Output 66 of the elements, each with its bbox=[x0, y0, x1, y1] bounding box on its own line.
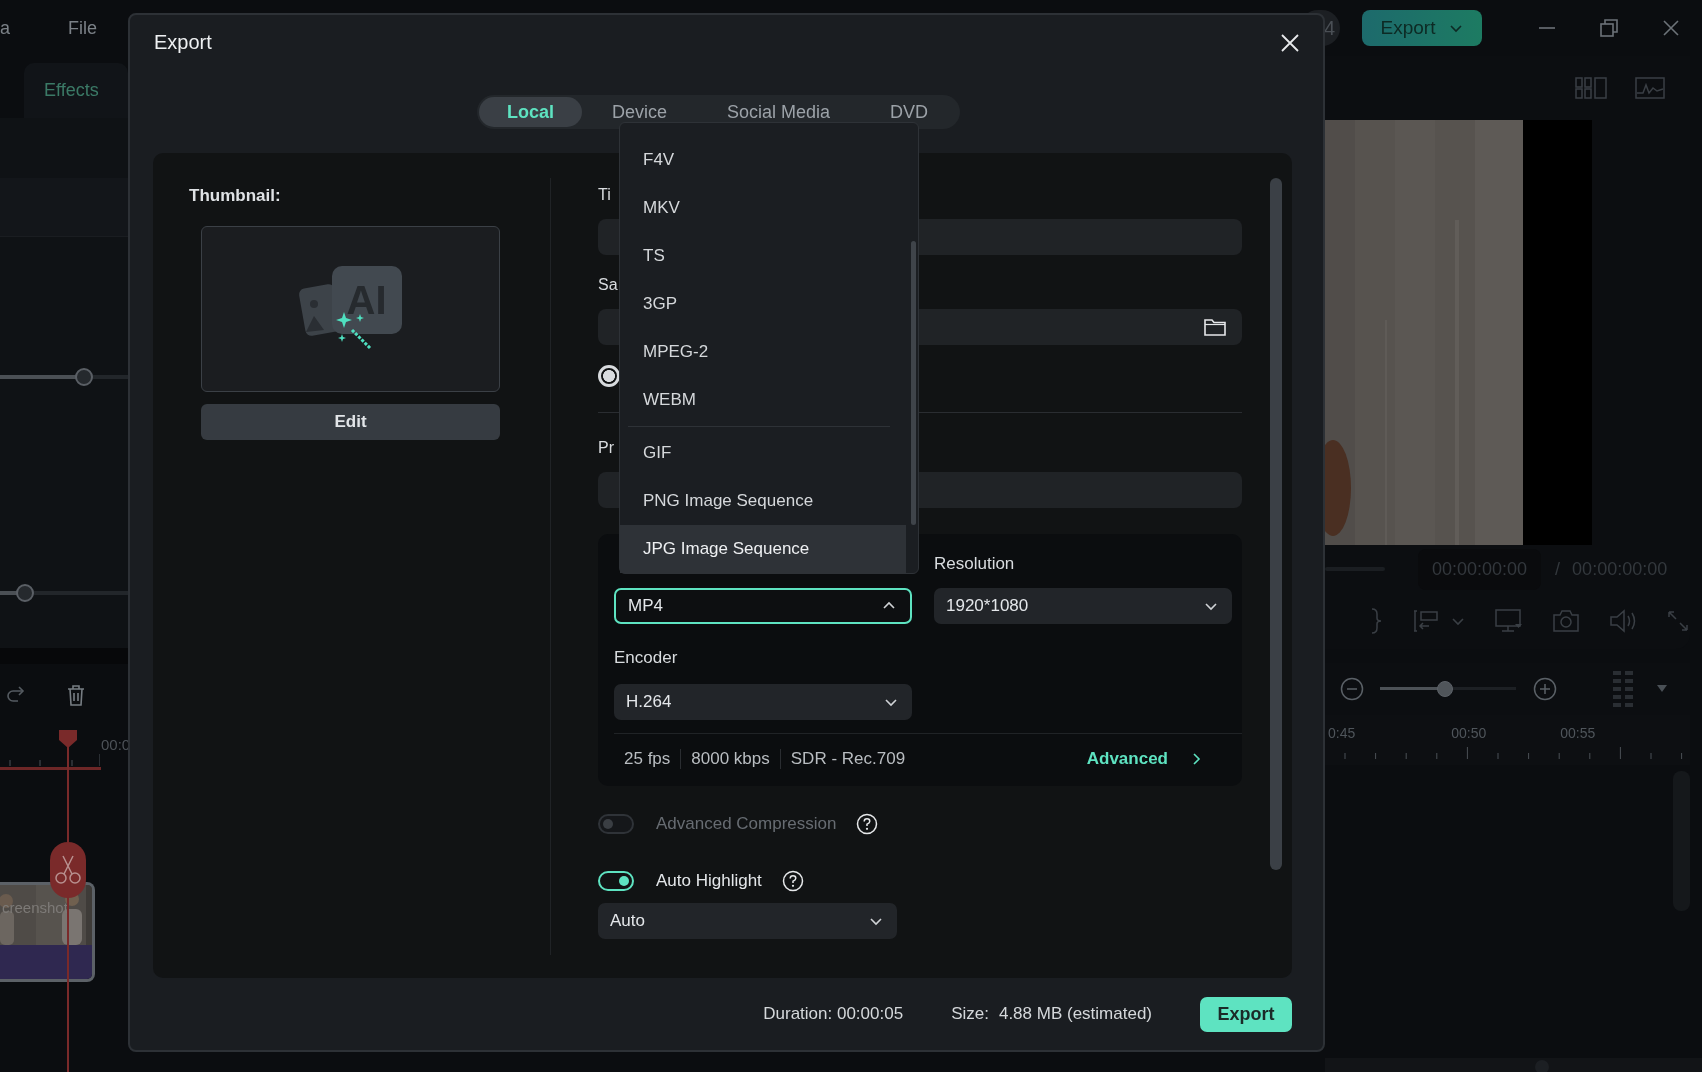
slider-thumb[interactable] bbox=[16, 584, 35, 602]
menu-item[interactable]: TS bbox=[620, 232, 906, 280]
menu-item[interactable]: 3GP bbox=[620, 280, 906, 328]
duration-text: Duration: 00:00:05 bbox=[763, 1004, 904, 1024]
tab[interactable]: Device bbox=[581, 97, 697, 127]
menu-item[interactable]: JPG Image Sequence bbox=[620, 525, 906, 573]
waveform-monitor-icon[interactable] bbox=[1635, 77, 1665, 99]
expand-icon[interactable] bbox=[1667, 610, 1689, 632]
menu-item[interactable]: MPEG-2 bbox=[620, 328, 906, 376]
scrollbar[interactable] bbox=[1270, 178, 1282, 870]
size-label: Size: bbox=[951, 1004, 989, 1024]
time-label: 00:55 bbox=[1560, 725, 1596, 741]
menu-item[interactable]: F4V bbox=[620, 136, 906, 184]
camera-icon[interactable] bbox=[1553, 610, 1579, 632]
slider-thumb[interactable] bbox=[75, 368, 94, 386]
spec-text: SDR - Rec.709 bbox=[779, 749, 916, 769]
dialog-title: Export bbox=[154, 30, 212, 54]
menu-item[interactable]: PNG Image Sequence bbox=[620, 477, 906, 525]
speaker-icon[interactable] bbox=[1609, 609, 1637, 633]
menu-item[interactable]: MKV bbox=[620, 184, 906, 232]
close-icon[interactable] bbox=[1281, 34, 1299, 52]
menu-item[interactable]: WEBM bbox=[620, 376, 906, 424]
folder-icon[interactable] bbox=[1204, 318, 1226, 336]
time-label: 00:50 bbox=[1451, 725, 1487, 741]
spec-text: 25 fps bbox=[623, 749, 672, 769]
field-label: Resolution bbox=[934, 554, 1016, 575]
export-button[interactable]: Export bbox=[1200, 996, 1292, 1032]
toggle-label: Advanced Compression bbox=[656, 814, 837, 834]
scrollbar-thumb[interactable] bbox=[911, 241, 916, 525]
monitor-icon[interactable] bbox=[1495, 609, 1523, 633]
field-label: Encoder bbox=[614, 648, 679, 669]
bracket-icon[interactable] bbox=[1369, 608, 1383, 634]
tab[interactable]: Social Media bbox=[697, 97, 861, 127]
toggle-label: Auto Highlight bbox=[656, 871, 762, 891]
encoder-dropdown[interactable]: H.264 bbox=[614, 684, 912, 720]
help-icon[interactable] bbox=[856, 813, 879, 835]
menu-item[interactable]: a bbox=[0, 17, 10, 39]
time-label: 0:45 bbox=[1328, 725, 1356, 741]
format-dropdown[interactable]: MP4 bbox=[614, 588, 912, 624]
zoom-in-icon[interactable] bbox=[1533, 677, 1557, 701]
slider-thumb[interactable] bbox=[1437, 681, 1454, 697]
edit-button[interactable]: Edit bbox=[201, 404, 500, 440]
insert-icon[interactable] bbox=[1413, 609, 1439, 633]
size-value: 4.88 MB (estimated) bbox=[998, 1004, 1152, 1024]
advanced-link[interactable]: Advanced bbox=[1086, 749, 1168, 769]
thumbnail-label: Thumbnail: bbox=[189, 186, 282, 206]
highlight-dropdown[interactable]: Auto bbox=[598, 903, 897, 939]
field-label: Ti bbox=[598, 186, 611, 205]
menu-item[interactable]: File bbox=[68, 17, 98, 39]
field-label: Sa bbox=[598, 276, 618, 295]
help-icon[interactable] bbox=[781, 870, 804, 892]
zoom-out-icon[interactable] bbox=[1340, 677, 1364, 701]
restore-icon[interactable] bbox=[1599, 18, 1619, 38]
time-separator: / bbox=[1555, 558, 1561, 580]
effects-tab[interactable]: Effects bbox=[24, 63, 128, 118]
trash-icon[interactable] bbox=[65, 683, 87, 707]
layout-grid-icon[interactable] bbox=[1575, 77, 1607, 99]
tab[interactable]: DVD bbox=[860, 97, 959, 127]
track-grid-icon[interactable] bbox=[1613, 671, 1635, 707]
dropdown-triangle-icon[interactable] bbox=[1657, 685, 1667, 693]
tab[interactable]: Local bbox=[478, 97, 582, 127]
menu-item[interactable]: GIF bbox=[620, 429, 906, 477]
spec-text: 8000 kbps bbox=[680, 749, 780, 769]
radio-button[interactable] bbox=[598, 365, 620, 387]
resolution-dropdown[interactable]: 1920*1080 bbox=[934, 588, 1232, 624]
field-label: Pr bbox=[598, 439, 614, 458]
